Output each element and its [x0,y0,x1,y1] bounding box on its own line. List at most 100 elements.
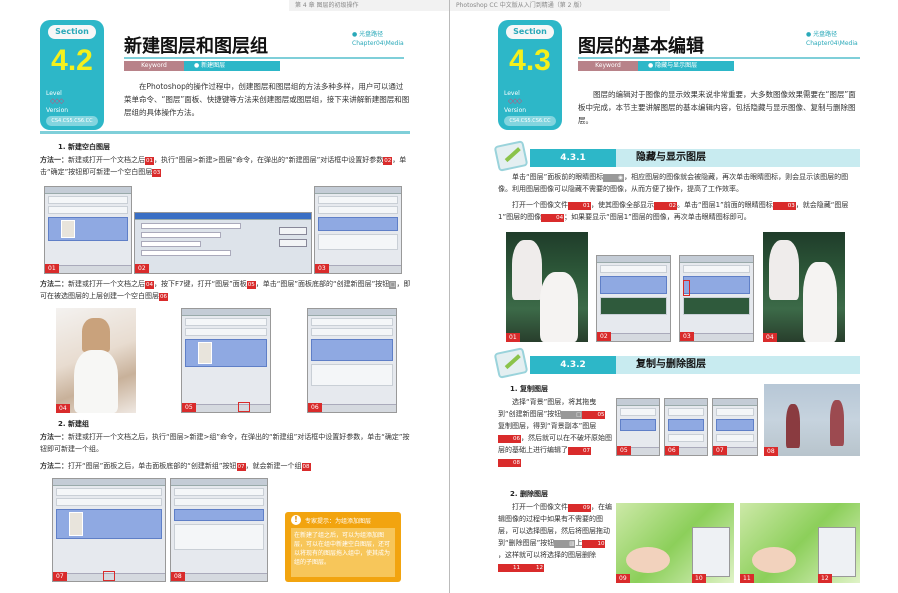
figure-badge: 02 [135,264,149,273]
keyword-bar: Keyword ● 隐藏与显示图层 [578,61,738,71]
heading-new-blank-layer: 1. 新建空白图层 [58,143,110,151]
figure-badge: 10 [692,574,706,583]
tip-body: 在新建了组之后，可以为组添加图层，可以在组中新建空白图层，还可以将现有的图层拖入… [291,528,395,577]
group-method1-label: 方法一： [40,433,68,441]
section-tag: Section [506,25,554,39]
figure-badge: 04 [56,404,70,413]
pencil-note-icon [493,347,529,379]
figure-badge: 07 [53,572,67,581]
new-layer-icon: □ [561,411,583,419]
cd-path-label: ● 光盘路径 [806,31,838,38]
photo-girls-beach: 08 [764,384,860,456]
hide-show-paragraph: 单击“图层”面板前的眼睛图标 ◉，相应图层的图像就会被隐藏，再次单击眼睛图标，则会… [498,171,860,195]
figure-badge: 02 [597,332,611,341]
page-title: 新建图层和图层组 [124,36,268,57]
ref-badge: 08 [301,463,311,471]
cd-path-value: Chapter04\Media [806,40,858,47]
section-tag: Section [48,25,96,39]
screenshot-layers-panel-new: 03 [314,186,402,274]
keyword-label: Keyword [124,61,184,71]
version-value: CS4.CS5.CS6.CC [46,116,98,126]
level-label: Level [46,90,62,97]
section-rule [40,131,410,134]
screenshot-duplicate-1: 05 [616,398,660,456]
ref-badge: 04 [145,281,154,289]
ref-badge: 03 [152,169,162,177]
ref-badge: 06 [159,293,168,301]
heading-new-group: 2. 新建组 [58,420,89,428]
duplicate-paragraph: 选择“背景”图层，将其拖曳到“创建新图层”按钮 □ 05复制图层，得到“背景副本”图… [498,396,612,468]
section-box: Section 4.3 Level ◇◇◇ Version CS4.CS5.CS… [498,20,562,130]
step-text: 打开一个图像文件 [512,201,568,209]
figure-badge: 08 [764,447,778,456]
subsection-4-3-2-header: 4.3.2 复制与删除图层 [490,347,860,379]
group-method1-text: 新建或打开一个文档之后，执行“图层>新建>组”命令，在弹出的“新建组”对话框中设… [40,433,410,453]
running-head: 第 4 章 图层的初级操作 [289,0,449,11]
photo-hand-bubbles: 09 10 [616,503,734,583]
figure-badge: 09 [616,574,630,583]
figure-badge: 05 [182,403,196,412]
screenshot-layers-panel: 01 [44,186,132,274]
figure-badge: 06 [308,403,322,412]
screenshot-new-layer-dialog: 02 [134,212,312,274]
cd-path-value: Chapter04\Media [352,40,404,47]
group-method2-text-b: ，就会新建一个组 [245,462,302,470]
heading-duplicate-layer: 1. 复制图层 [510,385,548,393]
method2-text: 新建或打开一个文档之后 [68,280,145,288]
ref-badge: 03 [772,202,796,210]
subsection-number: 4.3.2 [530,356,616,374]
del-text: 打开一个图像文件 [512,503,568,511]
figure-badge: 01 [45,264,59,273]
screenshot-layers-eye-off: 03 [679,255,754,342]
cd-path-label: ● 光盘路径 [352,31,384,38]
eye-icon: ◉ [603,174,625,182]
screenshot-layers-panel-group: 08 [170,478,268,582]
ref-badge: 04 [541,214,565,222]
hide-show-steps: 打开一个图像文件 01，使其图像全部显示 02。单击“图层1”前面的眼睛图标 03，就… [498,199,860,223]
ref-badge: 11 [498,564,521,572]
left-page: 第 4 章 图层的初级操作 Section 4.2 Level ◇◇◇ Vers… [0,0,449,593]
figure-badge: 08 [171,572,185,581]
subsection-4-3-1-header: 4.3.1 隐藏与显示图层 [490,140,860,172]
figure-badge: 05 [617,446,631,455]
keyword-label: Keyword [578,61,638,71]
title-rule [578,57,860,59]
tip-title: 专家提示：为组添加图层 [305,518,372,525]
figure-badge: 07 [713,446,727,455]
ref-badge: 02 [654,202,677,210]
photo-woman-portrait: 04 [56,308,136,413]
keyword-value: ● 新建图层 [184,61,280,71]
method2-text-b: ，按下F7键，打开“图层”面板 [154,280,247,288]
group-method2-label: 方法二： [40,462,68,470]
version-value: CS4.CS5.CS6.CC [504,116,556,126]
ref-badge: 01 [145,157,154,165]
photo-girl-hidden-layer: 04 [763,232,845,342]
dup-text-b: 复制图层，得到“背景副本”图层 [498,422,597,430]
ref-badge: 05 [246,281,256,289]
ref-badge: 08 [498,459,521,467]
subsection-title: 复制与删除图层 [616,356,860,374]
right-page: Photoshop CC 中文版从入门到精通（第 2 版） Section 4.… [449,0,898,593]
ref-badge: 05 [582,411,606,419]
delete-paragraph: 打开一个图像文件 09，在编辑图像的过程中如果有不需要的图层，可以选择图层，然后将… [498,501,612,573]
subsection-number: 4.3.1 [530,149,616,167]
screenshot-duplicate-3: 07 [712,398,758,456]
del-text-d: ，这样就可以将选择的图层删除 [498,551,596,559]
version-label: Version [46,107,69,114]
method2-label: 方法二： [40,280,68,288]
figure-badge: 06 [665,446,679,455]
figure-badge: 11 [740,574,754,583]
del-text-c: 上 [575,539,583,547]
ref-badge: 01 [568,202,591,210]
trash-icon: ▥ [554,540,576,548]
group-method2-text: 打开“图层”面板之后，单击面板底部的“创建新组”按钮 [68,462,237,470]
step-text-b: ，使其图像全部显示 [591,201,654,209]
figure-badge: 03 [315,264,329,273]
ref-badge: 09 [568,504,591,512]
hide-show-text: 单击“图层”面板前的眼睛图标 [512,173,604,181]
screenshot-duplicate-2: 06 [664,398,708,456]
group-method1-paragraph: 方法一：新建或打开一个文档之后，执行“图层>新建>组”命令，在弹出的“新建组”对… [40,431,412,455]
figure-badge: 01 [506,333,520,342]
pencil-note-icon [493,140,529,172]
figure-badge: 12 [818,574,832,583]
